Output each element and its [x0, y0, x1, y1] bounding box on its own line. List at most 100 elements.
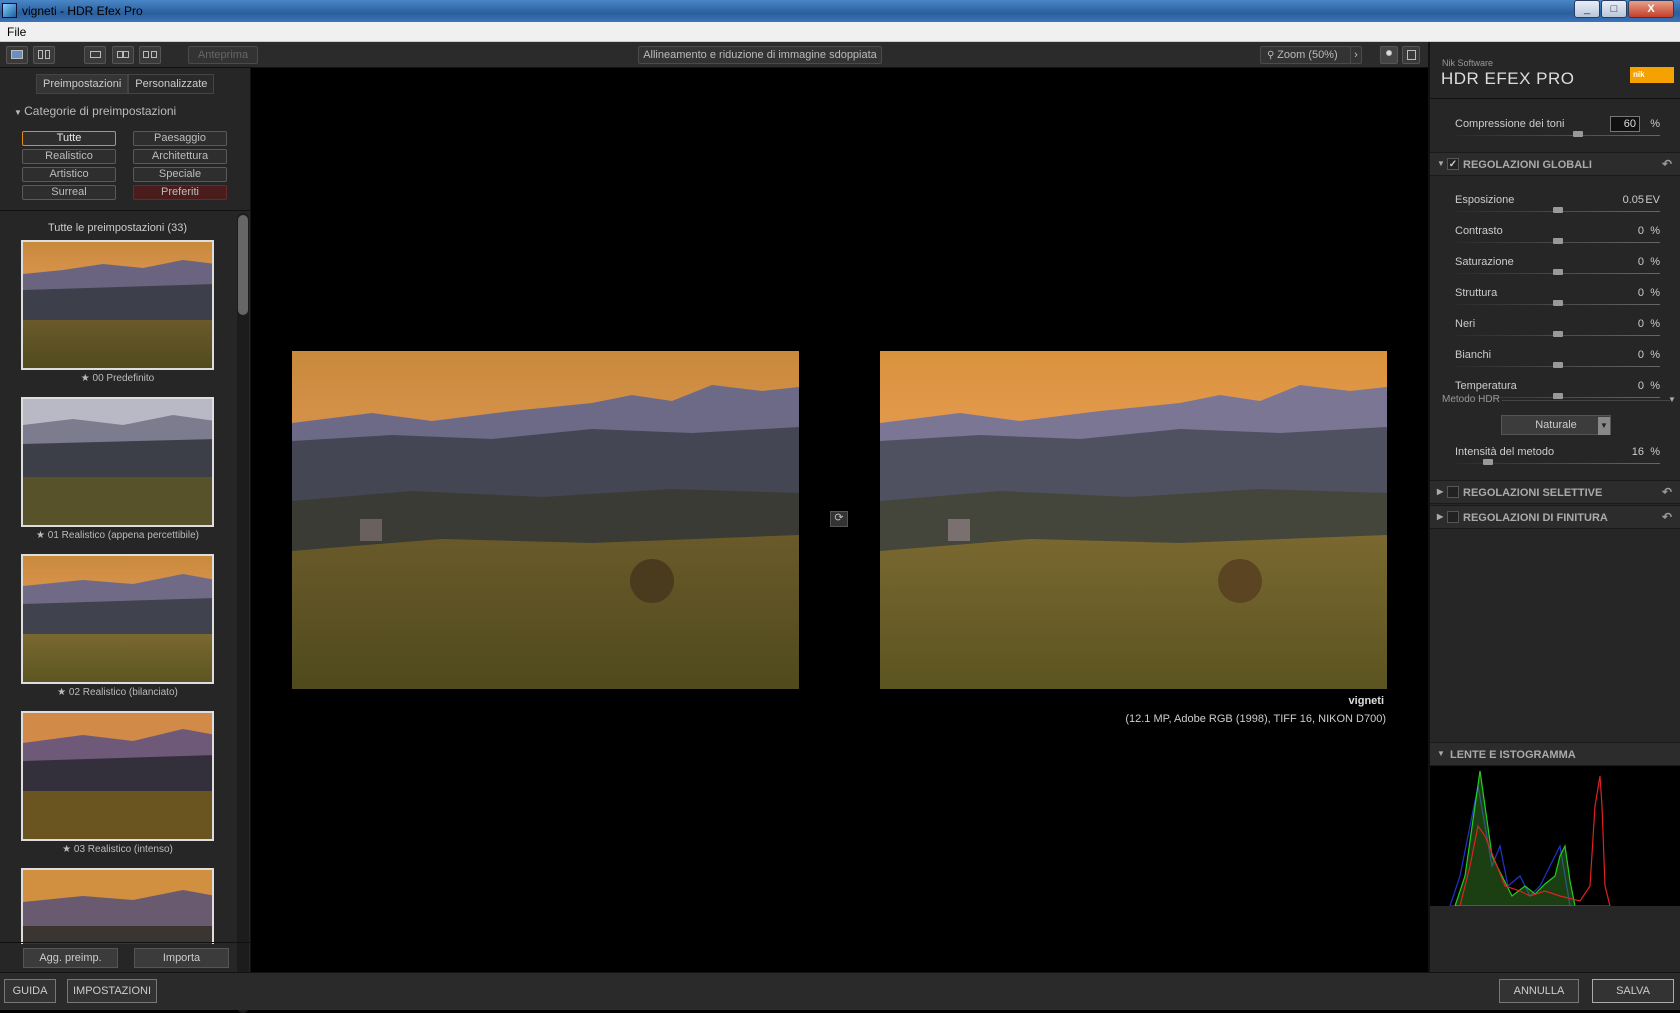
- menu-file[interactable]: File: [7, 25, 26, 39]
- category-surreal[interactable]: Surreal: [22, 185, 116, 200]
- preview-button[interactable]: Anteprima: [188, 46, 258, 64]
- triangle-right-icon: ▶: [1437, 512, 1444, 521]
- slider-unit: %: [1650, 256, 1660, 268]
- image-name: vigneti: [1348, 695, 1384, 707]
- histogram-title: LENTE E ISTOGRAMMA: [1450, 749, 1576, 761]
- swap-icon[interactable]: ⟳: [830, 511, 848, 527]
- slider-value: 0: [1637, 380, 1644, 392]
- side-by-side-button[interactable]: [139, 46, 161, 64]
- category-artistic[interactable]: Artistico: [22, 167, 116, 182]
- category-special[interactable]: Speciale: [133, 167, 227, 182]
- global-slider[interactable]: Contrasto 0%: [1455, 223, 1660, 249]
- slider-knob[interactable]: [1552, 393, 1563, 399]
- global-slider[interactable]: Saturazione 0%: [1455, 254, 1660, 280]
- category-architecture[interactable]: Architettura: [133, 149, 227, 164]
- close-button[interactable]: X: [1628, 0, 1674, 18]
- slider-knob[interactable]: [1552, 331, 1563, 337]
- category-realistic[interactable]: Realistico: [22, 149, 116, 164]
- category-landscape[interactable]: Paesaggio: [133, 131, 227, 146]
- split-alignment-label[interactable]: Allineamento e riduzione di immagine sdo…: [638, 46, 882, 64]
- slider-knob[interactable]: [1573, 131, 1583, 137]
- category-favorites[interactable]: Preferiti: [133, 185, 227, 200]
- import-button[interactable]: Importa: [134, 948, 229, 968]
- single-view-button[interactable]: [84, 46, 106, 64]
- global-slider[interactable]: Struttura 0%: [1455, 285, 1660, 311]
- divider: [0, 942, 251, 943]
- slider-knob[interactable]: [1552, 207, 1563, 213]
- minimize-button[interactable]: _: [1574, 0, 1600, 18]
- slider-knob[interactable]: [1552, 300, 1563, 306]
- preset-thumbnail-image: [23, 713, 212, 839]
- presets-tabs: Preimpostazioni Personalizzate: [36, 74, 215, 94]
- selective-adjustments-header[interactable]: ▶ REGOLAZIONI SELETTIVE ↶: [1430, 480, 1680, 504]
- global-adjustments-header[interactable]: ▼ ✓ REGOLAZIONI GLOBALI ↶: [1430, 152, 1680, 176]
- method-intensity-slider[interactable]: Intensità del metodo 16 %: [1455, 444, 1660, 470]
- preset-thumbnail[interactable]: [21, 240, 214, 370]
- histogram-header[interactable]: ▼ LENTE E ISTOGRAMMA: [1430, 742, 1680, 766]
- toolbar: Anteprima Allineamento e riduzione di im…: [0, 42, 1430, 68]
- photo-before[interactable]: [292, 351, 799, 689]
- undo-icon[interactable]: ↶: [1662, 510, 1672, 524]
- slider-knob[interactable]: [1482, 459, 1493, 465]
- preset-thumbnail[interactable]: [21, 711, 214, 841]
- triangle-down-icon: ▼: [1437, 749, 1445, 758]
- view-browser-button[interactable]: [6, 46, 28, 64]
- maximize-button[interactable]: □: [1601, 0, 1627, 18]
- slider-unit: EV: [1645, 194, 1660, 206]
- tone-compression-value[interactable]: 60: [1610, 116, 1640, 132]
- panel-toggle-icon[interactable]: [1402, 46, 1420, 64]
- add-preset-button[interactable]: Agg. preimp.: [23, 948, 118, 968]
- save-button[interactable]: SALVA: [1592, 979, 1674, 1003]
- brand-product: HDR EFEX PRO: [1441, 69, 1575, 88]
- preset-scrollbar[interactable]: [237, 213, 249, 1013]
- slider-unit: %: [1650, 287, 1660, 299]
- slider-knob[interactable]: [1552, 269, 1563, 275]
- finishing-adjustments-header[interactable]: ▶ REGOLAZIONI DI FINITURA ↶: [1430, 505, 1680, 529]
- cancel-button[interactable]: ANNULLA: [1499, 979, 1579, 1003]
- preset-thumbnail-image: [23, 870, 212, 944]
- split-view-button[interactable]: [112, 46, 134, 64]
- histogram: [1430, 766, 1680, 907]
- hdr-method-dropdown[interactable]: Naturale: [1501, 415, 1611, 435]
- tab-custom[interactable]: Personalizzate: [128, 74, 215, 94]
- divider: [0, 210, 251, 211]
- slider-unit: %: [1650, 225, 1660, 237]
- photo-after[interactable]: [880, 351, 1387, 689]
- global-slider[interactable]: Esposizione 0.05 EV: [1455, 192, 1660, 218]
- selective-adjustments-checkbox[interactable]: [1447, 486, 1459, 498]
- zoom-menu-button[interactable]: ›: [1350, 46, 1362, 64]
- global-slider[interactable]: Neri 0%: [1455, 316, 1660, 342]
- preset-thumbnail[interactable]: [21, 397, 214, 527]
- finishing-adjustments-title: REGOLAZIONI DI FINITURA: [1463, 512, 1608, 524]
- global-slider[interactable]: Bianchi 0%: [1455, 347, 1660, 373]
- triangle-down-icon[interactable]: ▼: [1668, 395, 1676, 404]
- undo-icon[interactable]: ↶: [1662, 157, 1672, 171]
- loupe-icon[interactable]: [1380, 46, 1398, 64]
- category-all[interactable]: Tutte: [22, 131, 116, 146]
- image-info: (12.1 MP, Adobe RGB (1998), TIFF 16, NIK…: [1125, 713, 1386, 725]
- slider-label: Saturazione: [1455, 256, 1514, 268]
- preset-label: ★ 01 Realistico (appena percettibile): [36, 530, 199, 541]
- preset-thumbnail[interactable]: [21, 554, 214, 684]
- global-adjustments-checkbox[interactable]: ✓: [1447, 158, 1459, 170]
- chevron-down-icon[interactable]: ▼: [1598, 417, 1610, 435]
- slider-knob[interactable]: [1552, 362, 1563, 368]
- scrollbar-thumb[interactable]: [238, 215, 248, 315]
- tab-presets[interactable]: Preimpostazioni: [36, 74, 129, 94]
- bottom-bar: GUIDA IMPOSTAZIONI ANNULLA SALVA: [0, 972, 1680, 1010]
- finishing-adjustments-checkbox[interactable]: [1447, 511, 1459, 523]
- zoom-control[interactable]: ⚲ Zoom (50%): [1260, 46, 1352, 64]
- slider-unit: %: [1650, 318, 1660, 330]
- undo-icon[interactable]: ↶: [1662, 485, 1672, 499]
- app-icon: [2, 3, 17, 18]
- slider-knob[interactable]: [1552, 238, 1563, 244]
- slider-track[interactable]: [1455, 135, 1660, 136]
- histogram-graph: [1449, 770, 1611, 907]
- category-header[interactable]: ▼ Categorie di preimpostazioni: [14, 104, 176, 118]
- slider-label: Struttura: [1455, 287, 1498, 299]
- settings-button[interactable]: IMPOSTAZIONI: [67, 979, 157, 1003]
- help-button[interactable]: GUIDA: [4, 979, 56, 1003]
- preset-thumbnail[interactable]: [21, 868, 214, 944]
- view-layout-button[interactable]: [33, 46, 55, 64]
- global-adjustments-title: REGOLAZIONI GLOBALI: [1463, 159, 1592, 171]
